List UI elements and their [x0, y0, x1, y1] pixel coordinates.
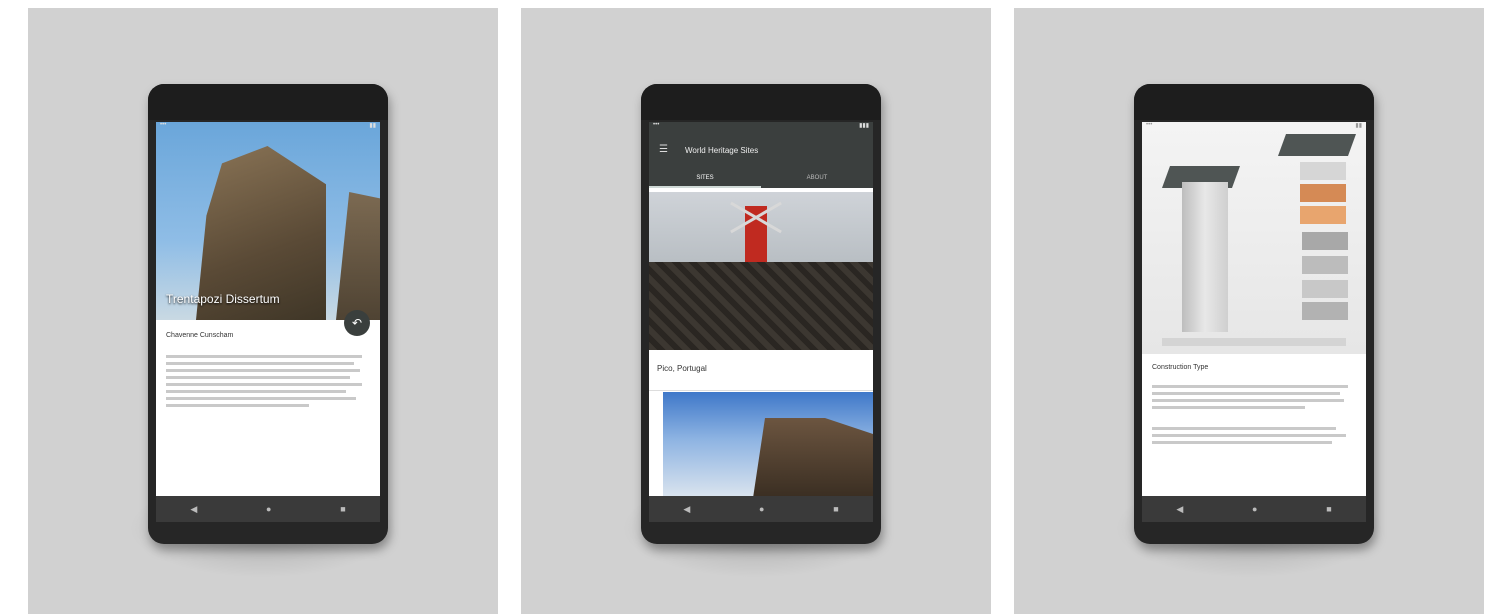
card-title: Pico, Portugal	[657, 364, 707, 373]
detail-body: Chavenne Cunscham	[156, 320, 380, 496]
site-card[interactable]: Pico, Portugal	[649, 354, 873, 391]
android-nav-bar: ◀ ● ■	[649, 496, 873, 522]
phone-screen: ••• ▮▮▮ ☰ World Heritage Sites SITES ABOU…	[649, 122, 873, 496]
windmill-image	[745, 206, 767, 262]
text-line	[1152, 392, 1340, 395]
text-line	[1152, 427, 1336, 430]
layer-shape	[1302, 256, 1348, 274]
text-line	[1152, 434, 1346, 437]
hero-title: Trentapozi Dissertum	[166, 292, 280, 306]
phone-screen: ••• ▮▮ Trentapozi Dissertum ↶ Chavenne Cu…	[156, 122, 380, 496]
status-bar: ••• ▮▮▮	[653, 122, 869, 129]
text-line	[166, 383, 362, 386]
section-heading: Chavenne Cunscham	[166, 332, 234, 339]
tab-about[interactable]: ABOUT	[761, 168, 873, 188]
status-bar: ••• ▮▮	[160, 122, 376, 129]
android-nav-bar: ◀ ● ■	[156, 496, 380, 522]
text-line	[166, 390, 346, 393]
roof-shape	[1277, 134, 1357, 156]
detail-body: Construction Type	[1142, 354, 1366, 496]
app-bar: ••• ▮▮▮ ☰ World Heritage Sites SITES ABOU…	[649, 122, 873, 188]
nav-back-icon[interactable]: ◀	[1176, 504, 1183, 515]
nav-home-icon[interactable]: ●	[759, 504, 764, 514]
hero-image: Trentapozi Dissertum	[156, 122, 380, 320]
nav-recents-icon[interactable]: ■	[833, 504, 838, 514]
android-nav-bar: ◀ ● ■	[1142, 496, 1366, 522]
back-arrow-icon[interactable]: ↶	[344, 310, 370, 336]
nav-home-icon[interactable]: ●	[266, 504, 271, 514]
phone-top-bezel	[1134, 84, 1374, 120]
nav-back-icon[interactable]: ◀	[190, 504, 197, 515]
nav-recents-icon[interactable]: ■	[1326, 504, 1331, 514]
phone-screen: ••• ▮▮ Construction Type	[1142, 122, 1366, 496]
screenshot-panel-1: ••• ▮▮ Trentapozi Dissertum ↶ Chavenne Cu…	[28, 8, 498, 614]
text-line	[166, 369, 360, 372]
phone-frame: ••• ▮▮ Construction Type ◀ ● ■	[1134, 84, 1374, 544]
layer-shape	[1300, 184, 1346, 202]
screenshot-panel-2: ••• ▮▮▮ ☰ World Heritage Sites SITES ABOU…	[521, 8, 991, 614]
nav-back-icon[interactable]: ◀	[683, 504, 690, 515]
screenshot-panel-3: ••• ▮▮ Construction Type ◀ ● ■	[1014, 8, 1484, 614]
tab-bar: SITES ABOUT	[649, 168, 873, 188]
text-line	[1152, 406, 1305, 409]
site-image-cliff-houses[interactable]	[663, 392, 873, 496]
layer-shape	[1302, 302, 1348, 320]
text-line	[166, 376, 350, 379]
status-bar: ••• ▮▮	[1146, 122, 1362, 129]
lava-rocks	[649, 262, 873, 350]
text-line	[1152, 441, 1332, 444]
tower-shape	[1182, 182, 1228, 332]
phone-frame: ••• ▮▮▮ ☰ World Heritage Sites SITES ABOU…	[641, 84, 881, 544]
tab-sites[interactable]: SITES	[649, 168, 761, 188]
construction-diagram: ••• ▮▮	[1142, 122, 1366, 354]
layer-shape	[1302, 232, 1348, 250]
building-image-secondary	[336, 192, 380, 320]
hamburger-menu-icon[interactable]: ☰	[659, 144, 668, 155]
layer-shape	[1302, 280, 1348, 298]
image-caption-bar	[1162, 338, 1346, 346]
text-line	[166, 355, 362, 358]
text-line	[166, 404, 309, 407]
text-line	[1152, 399, 1344, 402]
phone-top-bezel	[641, 84, 881, 120]
text-line	[166, 362, 354, 365]
nav-recents-icon[interactable]: ■	[340, 504, 345, 514]
section-heading: Construction Type	[1152, 364, 1209, 371]
site-image-windmill[interactable]	[649, 192, 873, 350]
text-line	[1152, 385, 1348, 388]
phone-top-bezel	[148, 84, 388, 120]
layer-shape	[1300, 206, 1346, 224]
app-title: World Heritage Sites	[685, 146, 759, 155]
nav-home-icon[interactable]: ●	[1252, 504, 1257, 514]
layer-shape	[1300, 162, 1346, 180]
building-image	[753, 418, 873, 496]
text-line	[166, 397, 356, 400]
phone-frame: ••• ▮▮ Trentapozi Dissertum ↶ Chavenne Cu…	[148, 84, 388, 544]
